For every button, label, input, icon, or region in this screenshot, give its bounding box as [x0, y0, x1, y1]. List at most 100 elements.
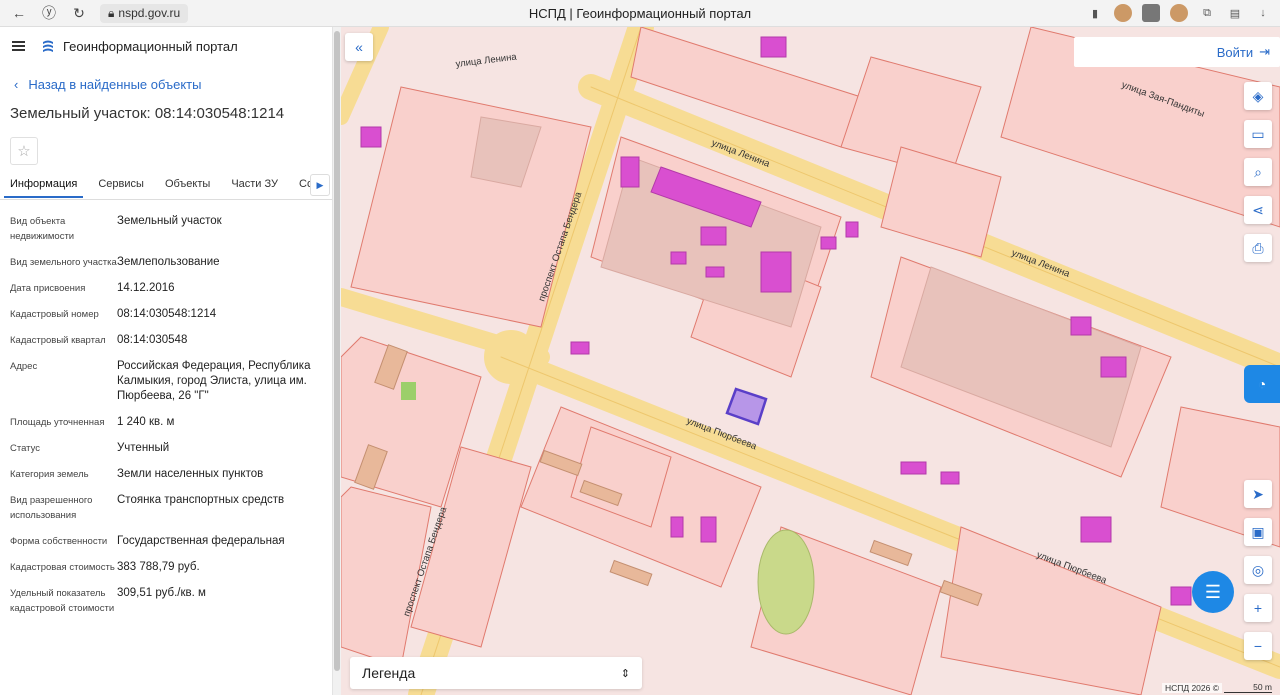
- property-key: Адрес: [10, 361, 38, 372]
- property-key: Вид разрешенного использования: [10, 495, 93, 521]
- info-panel: Геоинформационный портал ‹ Назад в найде…: [0, 27, 332, 695]
- share-button[interactable]: ⋖: [1244, 196, 1272, 224]
- property-row: Удельный показатель кадастровой стоимост…: [0, 586, 332, 616]
- assistant-icon[interactable]: ◔: [1244, 365, 1280, 403]
- zoom-out-button[interactable]: −: [1244, 632, 1272, 660]
- property-key: Дата присвоения: [10, 283, 86, 294]
- building: [705, 266, 725, 278]
- property-row: Вид разрешенного использования Стоянка тр…: [0, 493, 332, 523]
- url-text: nspd.gov.ru: [118, 6, 181, 20]
- reload-icon[interactable]: ↻: [68, 2, 90, 24]
- building: [760, 251, 792, 293]
- property-key: Удельный показатель кадастровой стоимост…: [10, 588, 115, 614]
- map-copyright: НСПД 2026 ©: [1161, 683, 1222, 693]
- back-arrow-icon[interactable]: ←: [8, 2, 30, 24]
- property-key: Кадастровая стоимость: [10, 562, 115, 573]
- property-row: Категория земель Земли населенных пунктов: [0, 467, 332, 482]
- extension-icons: ▮ ⧉ ▤ ↓: [1086, 4, 1272, 22]
- property-row: Дата присвоения 14.12.2016: [0, 281, 332, 296]
- extension-icon[interactable]: ▤: [1226, 4, 1244, 22]
- tab-parts[interactable]: Части ЗУ: [225, 174, 284, 196]
- building: [760, 36, 787, 58]
- zoom-in-button[interactable]: +: [1244, 594, 1272, 622]
- property-row: Вид объекта недвижимости Земельный участо…: [0, 214, 332, 244]
- extension-icon[interactable]: [1170, 4, 1188, 22]
- scrollbar-thumb[interactable]: [334, 31, 340, 671]
- chat-button[interactable]: ☰: [1192, 571, 1234, 613]
- extension-icon[interactable]: [1114, 4, 1132, 22]
- property-value: Земельный участок: [117, 215, 222, 227]
- building: [845, 221, 859, 238]
- property-value: Землепользование: [117, 256, 220, 268]
- download-icon[interactable]: ↓: [1254, 4, 1272, 22]
- building: [1100, 356, 1127, 378]
- building: [1080, 516, 1112, 543]
- park-area: [757, 529, 815, 635]
- back-link[interactable]: ‹ Назад в найденные объекты: [0, 65, 332, 103]
- property-row: Кадастровый квартал 08:14:030548: [0, 333, 332, 348]
- tab-services[interactable]: Сервисы: [92, 174, 150, 196]
- property-value: 1 240 кв. м: [117, 416, 175, 428]
- location-search-button[interactable]: ◎: [1244, 556, 1272, 584]
- building: [700, 516, 717, 543]
- tab-info[interactable]: Информация: [4, 174, 84, 198]
- legend-label: Легенда: [362, 665, 416, 681]
- building: [900, 461, 927, 475]
- building: [700, 226, 727, 246]
- print-button[interactable]: ⎙: [1244, 234, 1272, 262]
- tab-bar: Информация Сервисы Объекты Части ЗУ Сост…: [0, 174, 332, 200]
- property-value: Государственная федеральная: [117, 535, 285, 547]
- property-key: Статус: [10, 443, 41, 454]
- property-key: Кадастровый квартал: [10, 335, 106, 346]
- building: [570, 341, 590, 355]
- properties-list: Вид объекта недвижимости Земельный участо…: [0, 200, 332, 616]
- extension-icon[interactable]: ⧉: [1198, 4, 1216, 22]
- layers-button[interactable]: ◈: [1244, 82, 1272, 110]
- property-key: Вид земельного участка: [10, 257, 117, 268]
- property-value: Земли населенных пунктов: [117, 468, 264, 480]
- property-row: Адрес Российская Федерация, Республика Ка…: [0, 359, 332, 404]
- menu-icon[interactable]: [12, 41, 25, 51]
- lock-icon: 🔒︎: [108, 5, 115, 20]
- property-key: Вид объекта недвижимости: [10, 216, 75, 242]
- collapse-panel-button[interactable]: «: [345, 33, 373, 61]
- map-canvas[interactable]: улица Ленина улица Ленина улица Ленина у…: [341, 27, 1280, 695]
- building: [820, 236, 837, 250]
- chevron-left-icon: ‹: [14, 76, 19, 92]
- building: [670, 516, 684, 538]
- property-row: Статус Учтенный: [0, 441, 332, 456]
- chevron-updown-icon: ⇕: [620, 667, 630, 680]
- property-value: Российская Федерация, Республика Калмыки…: [117, 360, 311, 402]
- bookmark-icon[interactable]: ▮: [1086, 4, 1104, 22]
- property-value: 383 788,79 руб.: [117, 561, 200, 573]
- property-value: 08:14:030548: [117, 334, 188, 346]
- property-key: Кадастровый номер: [10, 309, 99, 320]
- property-row: Кадастровая стоимость 383 788,79 руб.: [0, 560, 332, 575]
- building: [360, 126, 382, 148]
- login-label: Войти: [1216, 44, 1254, 60]
- back-label: Назад в найденные объекты: [28, 76, 202, 92]
- property-row: Кадастровый номер 08:14:030548:1214: [0, 307, 332, 322]
- extension-icon[interactable]: [1142, 4, 1160, 22]
- login-button[interactable]: Войти ⇥: [1074, 37, 1280, 67]
- select-area-button[interactable]: ⌕: [1244, 158, 1272, 186]
- property-value: Учтенный: [117, 442, 170, 454]
- address-bar[interactable]: 🔒︎ nspd.gov.ru: [100, 3, 189, 23]
- map-scale: 50 m: [1224, 682, 1272, 693]
- geolocation-button[interactable]: ➤: [1244, 480, 1272, 508]
- browser-toolbar: ← ⓨ ↻ 🔒︎ nspd.gov.ru НСПД | Геоинформаци…: [0, 0, 1280, 27]
- property-value: 08:14:030548:1214: [117, 308, 217, 320]
- app-name: Геоинформационный портал: [63, 38, 238, 54]
- favorite-star-icon[interactable]: ☆: [10, 137, 38, 165]
- yandex-icon[interactable]: ⓨ: [38, 2, 60, 24]
- tabs-scroll-right-icon[interactable]: ▶: [310, 174, 330, 196]
- property-value: 309,51 руб./кв. м: [117, 587, 206, 599]
- map-view[interactable]: улица Ленина улица Ленина улица Ленина у…: [341, 27, 1280, 695]
- minimap-button[interactable]: ▣: [1244, 518, 1272, 546]
- property-row: Площадь уточненная 1 240 кв. м: [0, 415, 332, 430]
- legend-dropdown[interactable]: Легенда ⇕: [350, 657, 642, 689]
- ruler-button[interactable]: ▭: [1244, 120, 1272, 148]
- tab-objects[interactable]: Объекты: [159, 174, 216, 196]
- panel-scrollbar[interactable]: [332, 27, 341, 695]
- property-row: Вид земельного участка Землепользование: [0, 255, 332, 270]
